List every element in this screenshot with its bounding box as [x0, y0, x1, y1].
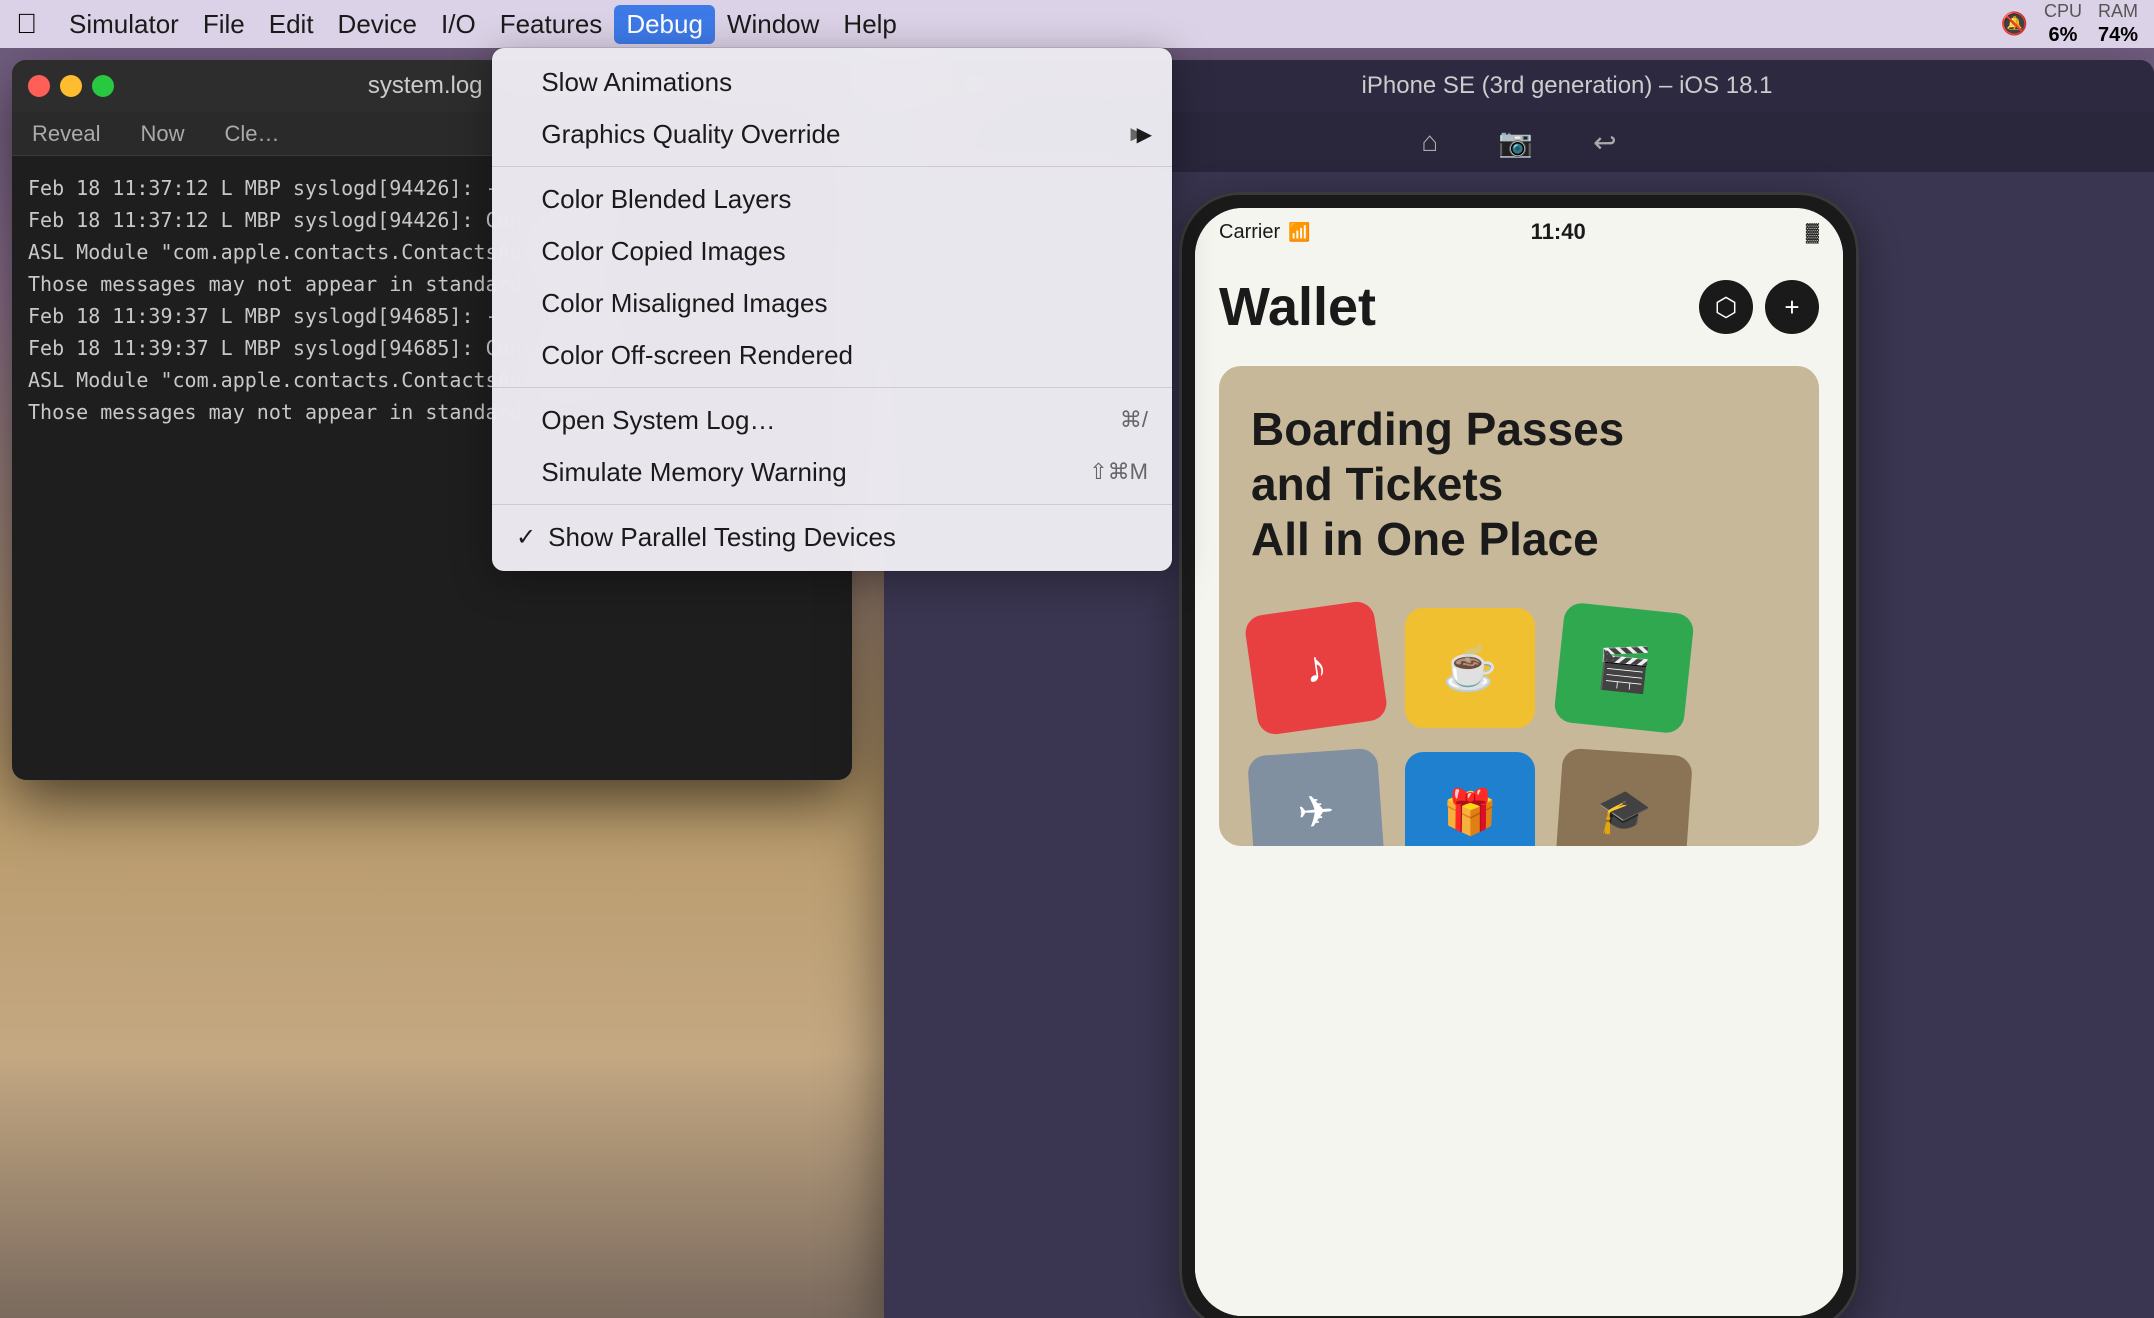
clear-btn[interactable]: Cle…: [225, 121, 280, 147]
education-card-icon: 🎓: [1555, 747, 1693, 846]
wallet-add-button[interactable]: +: [1765, 280, 1819, 334]
iphone-device: Carrier 📶 11:40 ▓ Wallet ⬡ +: [1179, 192, 1859, 1318]
show-parallel-label: Show Parallel Testing Devices: [548, 522, 896, 553]
add-icon: +: [1784, 292, 1799, 323]
menubar-item-simulator[interactable]: Simulator: [57, 5, 191, 44]
wifi-mute-icon: 🔕: [2001, 11, 2028, 37]
color-offscreen-label: Color Off-screen Rendered: [541, 340, 853, 371]
status-time: 11:40: [1311, 219, 1806, 245]
menubar-item-edit[interactable]: Edit: [257, 5, 326, 44]
flight-card-icon: ✈: [1247, 747, 1385, 846]
card-icons-grid: ♪ ☕ 🎬 ✈ 🎁 🎓: [1251, 608, 1787, 846]
ram-indicator: RAM 74%: [2098, 1, 2138, 47]
check-color-copied: [516, 237, 529, 265]
separator-1: [492, 166, 1172, 167]
menubar-item-features[interactable]: Features: [488, 5, 615, 44]
separator-3: [492, 504, 1172, 505]
check-simulate-memory: [516, 458, 529, 486]
color-misaligned-label: Color Misaligned Images: [541, 288, 827, 319]
home-icon[interactable]: ⌂: [1421, 126, 1438, 158]
minimize-button[interactable]: [60, 75, 82, 97]
reveal-btn[interactable]: Reveal: [32, 121, 100, 147]
menu-item-show-parallel[interactable]: ✓ Show Parallel Testing Devices: [492, 511, 1172, 563]
wallet-header: Wallet ⬡ +: [1219, 276, 1819, 338]
iphone-screen: Carrier 📶 11:40 ▓ Wallet ⬡ +: [1195, 208, 1843, 1316]
check-show-parallel: ✓: [516, 523, 536, 552]
wallet-card-title: Boarding Passes and Tickets All in One P…: [1251, 402, 1787, 568]
coffee-card-icon: ☕: [1405, 608, 1535, 728]
menu-item-slow-animations[interactable]: Slow Animations: [492, 56, 1172, 108]
menu-item-color-blended[interactable]: Color Blended Layers: [492, 173, 1172, 225]
open-syslog-shortcut: ⌘/: [1120, 407, 1148, 433]
color-blended-label: Color Blended Layers: [541, 184, 791, 215]
music-card-icon: ♪: [1243, 599, 1388, 736]
check-graphics-quality: [516, 120, 529, 148]
cpu-indicator: CPU 6%: [2044, 1, 2082, 47]
debug-dropdown-menu: Slow Animations Graphics Quality Overrid…: [492, 48, 1172, 571]
check-color-offscreen: [516, 341, 529, 369]
close-button[interactable]: [28, 75, 50, 97]
now-btn[interactable]: Now: [140, 121, 184, 147]
screenshot-icon[interactable]: 📷: [1498, 126, 1533, 159]
menu-item-open-syslog[interactable]: Open System Log… ⌘/: [492, 394, 1172, 446]
menubar-item-window[interactable]: Window: [715, 5, 831, 44]
wifi-icon: 📶: [1288, 222, 1310, 243]
iphone-statusbar: Carrier 📶 11:40 ▓: [1195, 208, 1843, 256]
menu-item-graphics-quality[interactable]: Graphics Quality Override ►: [492, 108, 1172, 160]
menubar-right: 🔕 CPU 6% RAM 74%: [2001, 1, 2138, 47]
check-open-syslog: [516, 406, 529, 434]
wallet-3d-button[interactable]: ⬡: [1699, 280, 1753, 334]
check-color-blended: [516, 185, 529, 213]
menubar-item-debug[interactable]: Debug: [614, 5, 715, 44]
check-slow-animations: [516, 68, 529, 96]
menu-item-color-offscreen[interactable]: Color Off-screen Rendered: [492, 329, 1172, 381]
menu-item-color-misaligned[interactable]: Color Misaligned Images: [492, 277, 1172, 329]
battery-icon: ▓: [1806, 222, 1819, 243]
separator-2: [492, 387, 1172, 388]
wallet-app: Wallet ⬡ + Boarding Passes and Tickets A…: [1195, 256, 1843, 1316]
menubar-item-help[interactable]: Help: [831, 5, 908, 44]
rotate-icon[interactable]: ↩: [1593, 126, 1616, 159]
menu-item-simulate-memory[interactable]: Simulate Memory Warning ⇧⌘M: [492, 446, 1172, 498]
menu-item-color-copied[interactable]: Color Copied Images: [492, 225, 1172, 277]
slow-animations-label: Slow Animations: [541, 67, 732, 98]
color-copied-label: Color Copied Images: [541, 236, 785, 267]
graphics-quality-arrow: ►: [1126, 121, 1148, 147]
graphics-quality-label: Graphics Quality Override: [541, 119, 840, 150]
gift-card-icon: 🎁: [1405, 752, 1535, 846]
menubar:  Simulator File Edit Device I/O Feature…: [0, 0, 2154, 48]
open-syslog-label: Open System Log…: [541, 405, 775, 436]
maximize-button[interactable]: [92, 75, 114, 97]
menubar-item-device[interactable]: Device: [326, 5, 429, 44]
check-color-misaligned: [516, 289, 529, 317]
apple-menu-icon[interactable]: : [16, 8, 37, 40]
wallet-card: Boarding Passes and Tickets All in One P…: [1219, 366, 1819, 846]
wallet-app-title: Wallet: [1219, 276, 1687, 338]
simulate-memory-shortcut: ⇧⌘M: [1089, 459, 1148, 485]
menubar-item-file[interactable]: File: [191, 5, 257, 44]
simulate-memory-label: Simulate Memory Warning: [541, 457, 846, 488]
carrier-label: Carrier: [1219, 221, 1280, 244]
movie-card-icon: 🎬: [1553, 601, 1695, 734]
menubar-item-io[interactable]: I/O: [429, 5, 488, 44]
box-icon: ⬡: [1715, 292, 1738, 323]
